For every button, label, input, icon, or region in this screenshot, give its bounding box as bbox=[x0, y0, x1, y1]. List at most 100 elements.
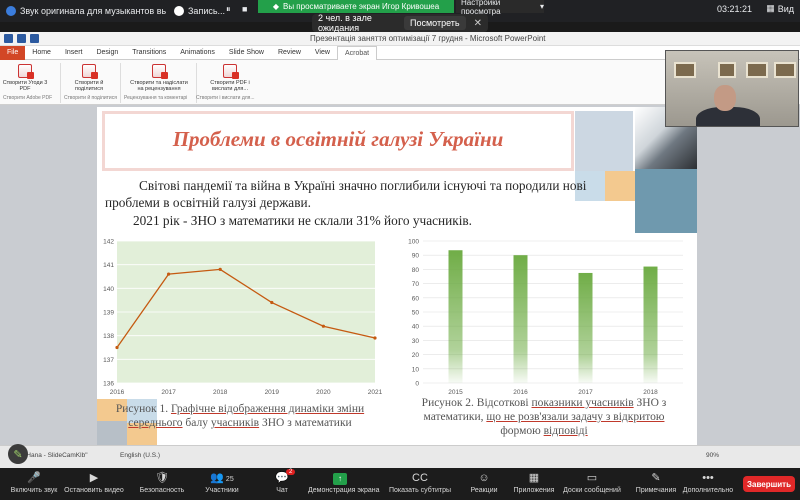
bar-chart-svg: 0 10 20 30 40 50 60 70 80 90 100 2015 2016 2017 2018 bbox=[408, 239, 683, 396]
toolbar-icon: ▶ bbox=[89, 472, 99, 484]
bar bbox=[448, 250, 463, 383]
ribbon-tab-acrobat[interactable]: Acrobat bbox=[336, 46, 378, 60]
ribbon-button-label: Створити й поділитися bbox=[74, 80, 104, 93]
ribbon-tab-animations[interactable]: Animations bbox=[173, 46, 222, 60]
toolbar-item-8[interactable]: ▦ Приложения bbox=[502, 471, 566, 494]
bar-chart: 0 10 20 30 40 50 60 70 80 90 100 2015 2016 2017 2018 bbox=[401, 233, 689, 399]
toolbar-label: Чат bbox=[276, 487, 288, 494]
share-banner-text: Вы просматриваете экран Игор Кривошеа bbox=[282, 2, 440, 11]
toolbar-label: Дополнительно bbox=[682, 487, 734, 494]
slide-workspace: Проблеми в освітній галузі України Світо… bbox=[0, 105, 800, 445]
ribbon-tab-home[interactable]: Home bbox=[25, 46, 58, 60]
decor-block bbox=[635, 169, 697, 233]
pdf-icon bbox=[18, 64, 34, 79]
tab-recording-label: Запись... bbox=[188, 6, 226, 16]
create-share-button[interactable]: Створити й поділитися bbox=[66, 64, 112, 93]
chevron-down-icon: ▾ bbox=[539, 2, 544, 11]
line-chart: 136 137 138 139 140 141 142 2016 2017 2018 2019 202… bbox=[97, 233, 383, 399]
grid-view-icon: ▦ bbox=[766, 3, 775, 13]
participant-video[interactable] bbox=[665, 50, 799, 127]
save-icon[interactable] bbox=[4, 34, 13, 43]
ribbon-tab-design[interactable]: Design bbox=[89, 46, 125, 60]
status-language: English (U.S.) bbox=[120, 452, 161, 459]
end-meeting-button[interactable]: Завершить bbox=[743, 476, 795, 492]
status-slide-theme: "Hana - SlideCamKlb" bbox=[24, 452, 88, 459]
toolbar-item-2[interactable]: 🛡 Безопасность bbox=[130, 471, 194, 494]
wall-picture bbox=[746, 62, 768, 78]
cloud-record-icon bbox=[174, 6, 184, 16]
toolbar-item-1[interactable]: ▶ Остановить видео bbox=[62, 471, 126, 494]
annotate-pen-icon[interactable]: ✎ bbox=[8, 444, 28, 464]
y-tick-label: 60 bbox=[412, 295, 420, 302]
paragraph-text: Світові пандемії та війна в Україні знач… bbox=[105, 178, 587, 211]
y-tick-label: 141 bbox=[103, 262, 114, 269]
tab-audio-original[interactable]: Звук оригинала для музыкантов выключен bbox=[6, 3, 166, 19]
ribbon-tab-transitions[interactable]: Transitions bbox=[125, 46, 173, 60]
status-zoom[interactable]: 90% bbox=[706, 452, 719, 459]
ribbon-tab-review[interactable]: Review bbox=[271, 46, 308, 60]
pause-recording-icon[interactable]: ⏸ bbox=[226, 4, 231, 15]
wall-picture bbox=[774, 62, 796, 78]
ribbon-tab-file[interactable]: File bbox=[0, 46, 26, 60]
toolbar-label: Включить звук bbox=[10, 487, 58, 494]
figure-caption-1: Рисунок 1. Графічне відображення динамік… bbox=[105, 403, 375, 431]
undo-icon[interactable] bbox=[17, 34, 26, 43]
caption-text: Рисунок 2. Відсоткові bbox=[421, 397, 532, 409]
ribbon-tab-insert[interactable]: Insert bbox=[58, 46, 90, 60]
ribbon-tab-slide-show[interactable]: Slide Show bbox=[222, 46, 271, 60]
data-point bbox=[373, 336, 377, 340]
toolbar-item-9[interactable]: ▭ Доски сообщений bbox=[560, 471, 624, 494]
ribbon-divider bbox=[120, 63, 121, 103]
caption-text: балу bbox=[182, 416, 211, 429]
create-pdf-button[interactable]: Створити Угоди 3 PDF bbox=[2, 64, 48, 93]
y-tick-label: 138 bbox=[103, 333, 114, 340]
pdf-icon bbox=[223, 64, 239, 79]
participant-head bbox=[714, 85, 736, 111]
toolbar-label: Показать субтитры bbox=[388, 487, 452, 494]
data-point bbox=[270, 300, 274, 305]
ribbon-tab-view[interactable]: View bbox=[308, 46, 337, 60]
toolbar-label: Реакции bbox=[470, 487, 498, 494]
send-review-button[interactable]: Створити та надіслати на рецензування bbox=[128, 64, 190, 93]
toolbar-item-11[interactable]: ••• Дополнительно bbox=[676, 471, 740, 494]
x-tick-label: 2018 bbox=[643, 389, 658, 396]
bar bbox=[643, 266, 658, 383]
toolbar-label: Приложения bbox=[513, 487, 555, 494]
slide-title-box: Проблеми в освітній галузі України bbox=[102, 111, 574, 171]
redo-icon[interactable] bbox=[30, 34, 39, 43]
toolbar-item-5[interactable]: ↑ Демонстрация экрана bbox=[308, 471, 380, 494]
close-icon[interactable]: ✕ bbox=[474, 18, 482, 29]
y-tick-label: 100 bbox=[408, 239, 419, 246]
view-options-dropdown[interactable]: Настройки просмотра ▾ bbox=[456, 0, 544, 16]
view-waiting-button[interactable]: Посмотреть bbox=[403, 16, 466, 30]
x-tick-label: 2016 bbox=[110, 389, 125, 396]
ppt-window-title: Презентація заняття оптимізації 7 грудня… bbox=[310, 34, 546, 43]
toolbar-item-4[interactable]: 💬 2 Чат bbox=[250, 469, 314, 494]
toolbar-icon: 👥 25 bbox=[210, 472, 234, 484]
toolbar-label: Примечания bbox=[635, 487, 677, 494]
caption-text: учасників bbox=[210, 416, 260, 429]
y-tick-label: 136 bbox=[103, 381, 114, 388]
y-tick-label: 20 bbox=[412, 352, 420, 359]
toolbar-item-6[interactable]: CC Показать субтитры bbox=[388, 471, 452, 494]
create-send-button[interactable]: Створити PDF і вислати для... bbox=[204, 64, 256, 93]
toolbar-item-3[interactable]: 👥 25 Участники bbox=[190, 471, 254, 494]
ppt-status-bar: "Hana - SlideCamKlb" English (U.S.) 90% bbox=[0, 445, 800, 468]
bar bbox=[578, 272, 593, 383]
meeting-clock: 03:21:21 bbox=[716, 4, 752, 14]
wall-picture bbox=[718, 62, 736, 78]
toolbar-icon: CC bbox=[412, 472, 428, 484]
y-tick-label: 0 bbox=[415, 381, 419, 388]
x-tick-label: 2015 bbox=[448, 389, 463, 396]
stop-recording-icon[interactable]: ■ bbox=[242, 4, 247, 14]
slide[interactable]: Проблеми в освітній галузі України Світо… bbox=[97, 107, 697, 445]
toolbar-item-0[interactable]: 🎤 Включить звук bbox=[2, 471, 66, 494]
view-button[interactable]: ▦ Вид bbox=[766, 3, 794, 14]
ribbon-button-label: Створити PDF і вислати для... bbox=[210, 80, 250, 93]
toolbar-label: Безопасность bbox=[139, 487, 185, 494]
zoom-toolbar: Завершить 🎤 Включить звук ▶ Остановить виде… bbox=[0, 468, 800, 500]
tab-recording[interactable]: Запись... bbox=[174, 3, 244, 19]
caption-text: Рисунок 1. bbox=[115, 403, 171, 415]
toolbar-icon: ••• bbox=[702, 472, 714, 484]
y-tick-label: 137 bbox=[103, 357, 114, 364]
